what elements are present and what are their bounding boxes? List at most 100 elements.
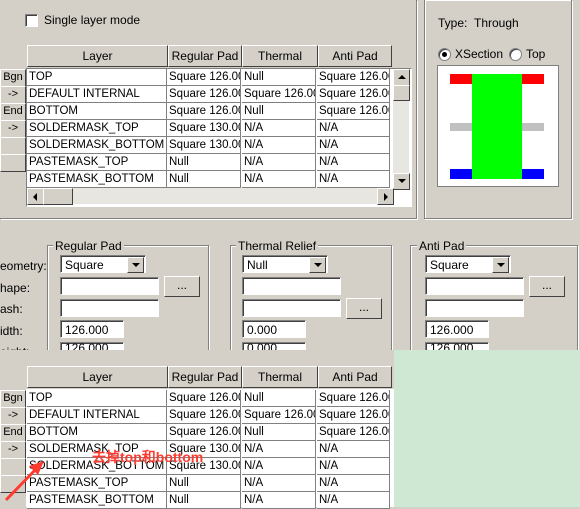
regular-width-field[interactable]: 126.000 xyxy=(60,320,124,338)
anti-pad-cell[interactable]: N/A xyxy=(317,120,390,137)
anti-pad-cell[interactable]: N/A xyxy=(317,154,390,171)
regular-pad-cell[interactable]: Null xyxy=(167,171,241,188)
regular-browse-button[interactable]: ... xyxy=(164,276,200,297)
row-header-end[interactable]: End xyxy=(0,103,26,121)
anti-pad-cell[interactable]: Square 126.000 xyxy=(317,424,390,441)
layer-cell[interactable]: BOTTOM xyxy=(27,424,167,441)
anti-pad-cell[interactable]: N/A xyxy=(317,458,390,475)
scroll-up-icon[interactable] xyxy=(393,69,410,86)
thermal-relief-cell[interactable]: N/A xyxy=(242,154,316,171)
regular-shape-field[interactable] xyxy=(60,277,159,295)
regular-pad-cell[interactable]: Square 126.000 xyxy=(167,424,241,441)
row-header-blank[interactable] xyxy=(0,137,26,155)
anti-pad-cell[interactable]: N/A xyxy=(317,171,390,188)
layer-cell[interactable]: DEFAULT INTERNAL xyxy=(27,86,167,103)
thermal-relief-cell[interactable]: N/A xyxy=(242,458,316,475)
thermal-relief-cell[interactable]: Null xyxy=(242,69,316,86)
regular-pad-cell[interactable]: Null xyxy=(167,154,241,171)
grid-header-layer[interactable]: Layer xyxy=(27,45,168,67)
layer-cell[interactable]: TOP xyxy=(27,390,167,407)
grid-header-anti-pad[interactable]: Anti Pad xyxy=(318,366,392,388)
scroll-right-icon[interactable] xyxy=(377,188,394,205)
anti-width-field[interactable]: 126.000 xyxy=(425,320,489,338)
regular-pad-cell[interactable]: Square 126.000 xyxy=(167,407,241,424)
thermal-relief-cell[interactable]: N/A xyxy=(242,171,316,188)
row-header-bgn[interactable]: Bgn xyxy=(0,69,26,87)
thermal-relief-cell[interactable]: Null xyxy=(242,424,316,441)
overlay-background xyxy=(394,350,580,507)
layer-cell[interactable]: DEFAULT INTERNAL xyxy=(27,407,167,424)
thermal-relief-cell[interactable]: N/A xyxy=(242,120,316,137)
thermal-relief-cell[interactable]: N/A xyxy=(242,137,316,154)
grid-header-thermal-relief[interactable]: Thermal Relief xyxy=(242,45,318,83)
regular-pad-cell[interactable]: Square 126.000 xyxy=(167,69,241,86)
anti-pad-cell[interactable]: N/A xyxy=(317,137,390,154)
row-header-arrow[interactable]: -> xyxy=(0,86,26,104)
regular-pad-cell[interactable]: Square 130.000 xyxy=(167,120,241,137)
chevron-down-icon[interactable] xyxy=(492,257,509,273)
row-header-bgn[interactable]: Bgn xyxy=(0,390,26,408)
thermal-shape-field[interactable] xyxy=(242,277,341,295)
thermal-flash-field[interactable] xyxy=(242,299,341,317)
vertical-scrollbar[interactable] xyxy=(393,69,410,190)
thermal-relief-cell[interactable]: Null xyxy=(242,103,316,120)
row-header-arrow[interactable]: -> xyxy=(0,120,26,138)
anti-pad-cell[interactable]: Square 126.000 xyxy=(317,407,390,424)
scroll-thumb[interactable] xyxy=(393,85,410,101)
layer-cell[interactable]: TOP xyxy=(27,69,167,86)
grid-header-thermal-relief[interactable]: Thermal Relief xyxy=(242,366,318,404)
row-header-arrow[interactable]: -> xyxy=(0,407,26,425)
thermal-width-field[interactable]: 0.000 xyxy=(242,320,306,338)
scroll-h-thumb[interactable] xyxy=(43,188,73,205)
thermal-relief-cell[interactable]: N/A xyxy=(242,441,316,458)
anti-pad-cell[interactable]: Square 126.000 xyxy=(317,69,390,86)
anti-pad-cell[interactable]: Square 126.000 xyxy=(317,390,390,407)
layer-cell[interactable]: PASTEMASK_TOP xyxy=(27,154,167,171)
regular-pad-cell[interactable]: Square 126.000 xyxy=(167,86,241,103)
layer-grid-upper[interactable]: Layer Regular Pad Thermal Relief Anti Pa… xyxy=(0,45,412,207)
scroll-down-icon[interactable] xyxy=(393,173,410,190)
bottom-pad-left xyxy=(450,169,472,179)
grid-header-layer[interactable]: Layer xyxy=(27,366,168,388)
thermal-relief-cell[interactable]: Square 126.000 xyxy=(242,86,316,103)
grid-header-regular-pad[interactable]: Regular Pad xyxy=(168,45,242,67)
top-radio[interactable] xyxy=(509,48,522,61)
thermal-relief-cell[interactable]: N/A xyxy=(242,475,316,492)
scroll-left-icon[interactable] xyxy=(27,188,44,205)
anti-pad-title: Anti Pad xyxy=(417,239,467,253)
layer-cell[interactable]: PASTEMASK_BOTTOM xyxy=(27,171,167,188)
anti-pad-cell[interactable]: Square 126.000 xyxy=(317,103,390,120)
regular-geometry-select[interactable]: Square xyxy=(60,255,146,273)
anti-pad-cell[interactable]: Square 126.000 xyxy=(317,86,390,103)
chevron-down-icon[interactable] xyxy=(127,257,144,273)
grid-header-anti-pad[interactable]: Anti Pad xyxy=(318,45,392,67)
single-layer-mode-checkbox[interactable] xyxy=(25,14,38,27)
anti-pad-cell[interactable]: N/A xyxy=(317,492,390,509)
layer-cell[interactable]: BOTTOM xyxy=(27,103,167,120)
anti-pad-cell[interactable]: N/A xyxy=(317,441,390,458)
anti-pad-cell[interactable]: N/A xyxy=(317,475,390,492)
regular-pad-cell[interactable]: Square 130.000 xyxy=(167,137,241,154)
anti-browse-button[interactable]: ... xyxy=(529,276,565,297)
layer-cell[interactable]: SOLDERMASK_BOTTOM xyxy=(27,137,167,154)
row-header-blank[interactable] xyxy=(0,154,26,172)
regular-pad-cell[interactable]: Square 126.000 xyxy=(167,103,241,120)
thermal-relief-cell[interactable]: Null xyxy=(242,390,316,407)
regular-pad-cell[interactable]: Null xyxy=(167,475,241,492)
horizontal-scrollbar[interactable] xyxy=(27,188,394,205)
anti-geometry-select[interactable]: Square xyxy=(425,255,511,273)
thermal-relief-cell[interactable]: N/A xyxy=(242,492,316,509)
chevron-down-icon[interactable] xyxy=(309,257,326,273)
anti-flash-field[interactable] xyxy=(425,299,524,317)
thermal-relief-cell[interactable]: Square 126.000 xyxy=(242,407,316,424)
thermal-browse-button[interactable]: ... xyxy=(346,298,382,319)
regular-pad-cell[interactable]: Square 126.000 xyxy=(167,390,241,407)
grid-header-regular-pad[interactable]: Regular Pad xyxy=(168,366,242,388)
regular-pad-cell[interactable]: Null xyxy=(167,492,241,509)
thermal-geometry-select[interactable]: Null xyxy=(242,255,328,273)
anti-shape-field[interactable] xyxy=(425,277,524,295)
regular-flash-field[interactable] xyxy=(60,299,159,317)
xsection-radio[interactable] xyxy=(438,48,451,61)
layer-cell[interactable]: SOLDERMASK_TOP xyxy=(27,120,167,137)
annotation-arrow-icon xyxy=(4,461,44,502)
